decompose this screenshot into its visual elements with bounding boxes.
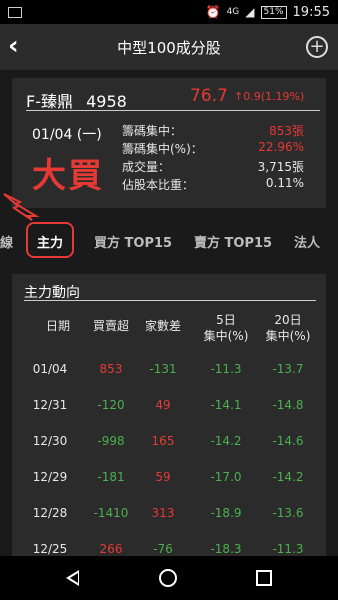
navigation-bar — [0, 556, 338, 600]
plus-circle-icon[interactable]: + — [306, 36, 328, 58]
table-cell-net: -181 — [97, 470, 125, 484]
clock: 19:55 — [292, 4, 330, 20]
divider — [24, 300, 316, 301]
wifi-signal-icon: ◢ — [245, 5, 255, 19]
stock-name-text: F-臻鼎 — [26, 92, 73, 111]
table-cell-d5: -14.2 — [210, 434, 242, 448]
table-cell-d5: -17.0 — [210, 470, 242, 484]
signal-4g-icon: 4G — [226, 7, 240, 17]
main-force-panel: 主力動向 日期 買賣超 家數差 5日 集中(%) 20日 集中(%) 01/04… — [12, 274, 326, 574]
stat-row: 成交量： 3,715張 — [122, 158, 304, 175]
stat-label: 籌碼集中(%)： — [122, 142, 203, 156]
table-cell-net: -1410 — [93, 506, 129, 520]
stat-label: 成交量： — [122, 160, 171, 174]
table-cell-net: 266 — [99, 542, 123, 556]
stat-label: 佔股本比重： — [122, 178, 195, 192]
table-cell-d20: -13.7 — [272, 362, 304, 376]
header-5d-line1: 5日 — [216, 313, 236, 327]
stat-value: 22.96% — [258, 140, 304, 154]
nav-back-icon-inner — [70, 573, 78, 583]
panel-title: 主力動向 — [24, 285, 80, 301]
nav-home-icon[interactable] — [159, 569, 177, 587]
table-cell-d20: -11.3 — [272, 542, 304, 556]
stat-value: 0.11% — [265, 176, 304, 190]
table-cell-date: 12/30 — [32, 434, 68, 448]
stat-value: 853張 — [269, 124, 304, 138]
table-cell-d5: -18.3 — [210, 542, 242, 556]
divider — [26, 110, 320, 111]
tab-sell-top15[interactable]: 賣方 TOP15 — [194, 232, 272, 251]
alarm-icon: ⏰ — [205, 5, 221, 19]
header-20d-line1: 20日 — [274, 313, 302, 327]
table-cell-net: -120 — [97, 398, 125, 412]
tab-previous[interactable]: 線 — [0, 232, 13, 251]
table-cell-d20: -13.6 — [272, 506, 304, 520]
header-brokers: 家數差 — [144, 319, 181, 333]
table-cell-net: -998 — [97, 434, 125, 448]
header-5d: 5日 集中(%) — [198, 312, 254, 344]
stat-value: 3,715張 — [257, 160, 304, 174]
status-bar: ⏰ 4G ◢ 51% 19:55 — [0, 0, 338, 24]
table-cell-brokers: 59 — [155, 470, 171, 484]
table-cell-brokers: 49 — [155, 398, 171, 412]
stock-code: 4958 — [86, 92, 127, 111]
table-cell-date: 12/28 — [32, 506, 68, 520]
stock-price: 76.7 — [190, 86, 228, 106]
table-cell-d20: -14.2 — [272, 470, 304, 484]
table-cell-brokers: 165 — [151, 434, 175, 448]
header-net: 買賣超 — [92, 319, 129, 333]
table-cell-d20: -14.6 — [272, 434, 304, 448]
table-cell-brokers: 313 — [151, 506, 175, 520]
header-5d-line2: 集中(%) — [203, 329, 249, 343]
table-cell-brokers: -131 — [149, 362, 177, 376]
lightning-bolt-icon — [3, 193, 40, 221]
table-cell-date: 12/25 — [32, 542, 68, 556]
header-20d: 20日 集中(%) — [260, 312, 316, 344]
stat-row: 籌碼集中(%)： 22.96% — [122, 140, 304, 157]
table-cell-net: 853 — [99, 362, 123, 376]
stat-row: 佔股本比重： 0.11% — [122, 176, 304, 193]
gallery-notification-icon — [8, 6, 22, 18]
tab-institution[interactable]: 法人 — [294, 232, 320, 251]
table-cell-brokers: -76 — [153, 542, 173, 556]
table-cell-date: 01/04 — [32, 362, 68, 376]
stock-info-card: F-臻鼎 4958 76.7 ↑0.9(1.19%) 01/04 (一) 大買 … — [12, 78, 326, 208]
stock-name: F-臻鼎 4958 — [26, 88, 127, 112]
header-date: 日期 — [45, 319, 70, 333]
battery-indicator: 51% — [260, 5, 287, 19]
stat-label: 籌碼集中： — [122, 124, 183, 138]
trade-date: 01/04 (一) — [32, 127, 102, 143]
page-title: 中型100成分股 — [117, 38, 221, 57]
active-tab-highlight — [26, 222, 74, 258]
stock-change: ↑0.9(1.19%) — [234, 90, 305, 103]
table-cell-date: 12/31 — [32, 398, 68, 412]
table-cell-d5: -18.9 — [210, 506, 242, 520]
app-bar: ‹ 中型100成分股 + — [0, 24, 338, 70]
table-cell-date: 12/29 — [32, 470, 68, 484]
stat-row: 籌碼集中： 853張 — [122, 122, 304, 139]
tab-buy-top15[interactable]: 買方 TOP15 — [94, 232, 172, 251]
nav-recent-apps-icon[interactable] — [256, 570, 272, 586]
header-20d-line2: 集中(%) — [265, 329, 311, 343]
table-cell-d5: -11.3 — [210, 362, 242, 376]
table-cell-d5: -14.1 — [210, 398, 242, 412]
table-cell-d20: -14.8 — [272, 398, 304, 412]
